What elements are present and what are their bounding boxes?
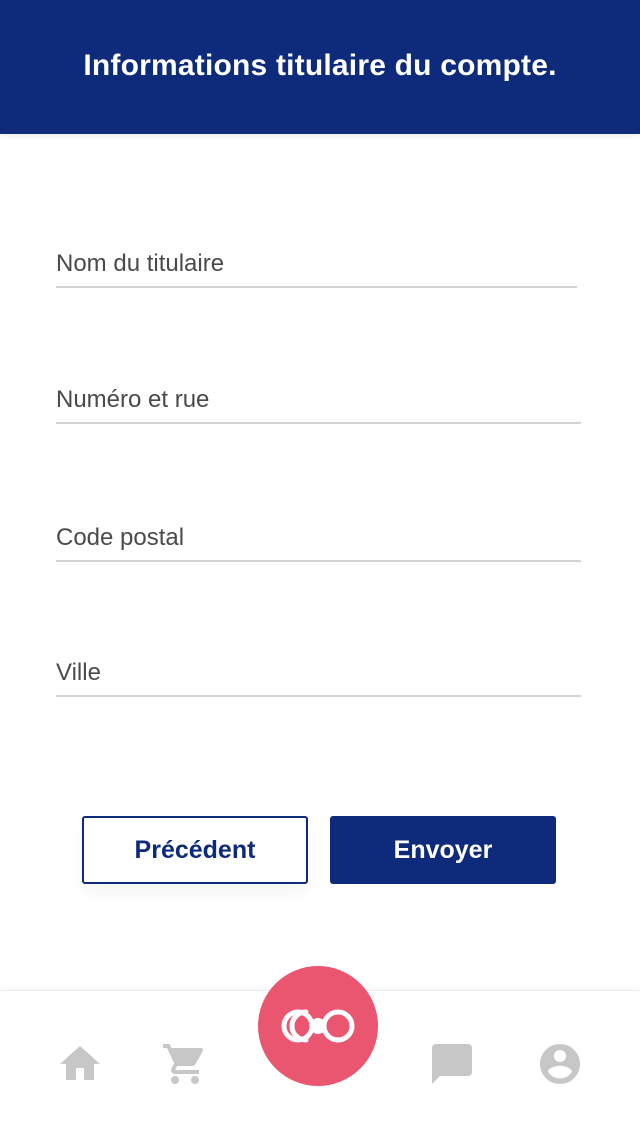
app-header: Informations titulaire du compte. — [0, 0, 640, 134]
holder-name-field[interactable] — [56, 246, 577, 288]
page-title: Informations titulaire du compte. — [83, 49, 557, 82]
submit-button[interactable]: Envoyer — [330, 816, 556, 884]
home-icon[interactable] — [56, 1040, 104, 1088]
account-icon[interactable] — [536, 1040, 584, 1088]
street-field[interactable] — [56, 382, 581, 424]
street-input[interactable] — [56, 386, 581, 414]
postal-code-field[interactable] — [56, 520, 581, 562]
brand-logo-icon — [281, 1009, 355, 1043]
submit-button-label: Envoyer — [393, 835, 493, 864]
postal-code-input[interactable] — [56, 524, 581, 552]
cart-icon[interactable] — [161, 1040, 209, 1088]
city-input[interactable] — [56, 659, 581, 687]
holder-name-input[interactable] — [56, 250, 577, 278]
previous-button[interactable]: Précédent — [82, 816, 308, 884]
previous-button-label: Précédent — [134, 835, 256, 864]
chat-icon[interactable] — [428, 1040, 476, 1088]
city-field[interactable] — [56, 655, 581, 697]
brand-logo-button[interactable] — [258, 966, 378, 1086]
